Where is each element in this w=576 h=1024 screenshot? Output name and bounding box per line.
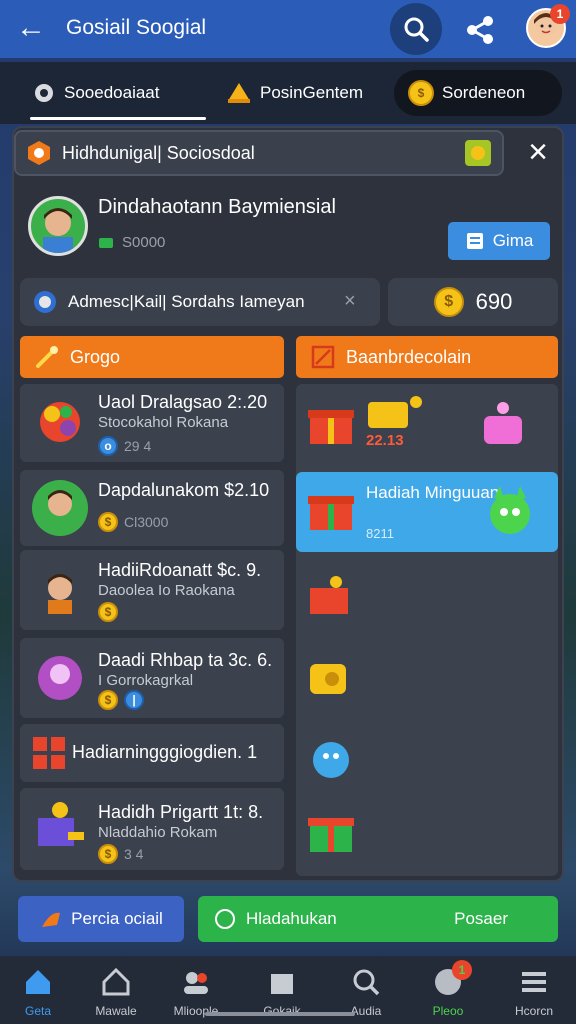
profile-face-icon <box>43 208 73 253</box>
coin-icon: $ <box>408 80 434 106</box>
clock-icon: o <box>98 436 118 456</box>
section-header-label: Hidhdunigal| Sociosdoal <box>62 142 255 163</box>
clear-search-icon[interactable]: × <box>344 290 356 313</box>
search-icon <box>404 17 429 42</box>
avatar-icon <box>48 574 72 614</box>
tab-label: PosinGentem <box>260 83 363 102</box>
gift-icon[interactable] <box>306 802 356 858</box>
bottom-actions: Percia ociail Hladahukan Posaer <box>0 890 576 950</box>
tab-coins[interactable]: $ Sordeneon <box>394 70 562 116</box>
tab-bar: Sooedoaiaat PosinGentem $ Sordeneon <box>0 62 576 124</box>
chest-icon[interactable] <box>306 652 356 702</box>
box-icon <box>271 974 293 994</box>
card-icon: | <box>124 690 144 710</box>
monster-icon <box>490 486 530 534</box>
tab-label: Sordeneon <box>442 83 526 102</box>
coin-icon: $ <box>98 844 118 864</box>
nav-item-home[interactable]: Geta <box>2 962 74 1018</box>
share-button[interactable] <box>458 8 502 52</box>
hat-icon <box>228 83 250 103</box>
coin-balance: $ 690 <box>388 278 558 326</box>
notification-badge: 1 <box>550 4 570 24</box>
cake-icon <box>484 402 522 444</box>
avatar-icon <box>32 480 88 536</box>
house-icon <box>102 967 130 996</box>
right-column-header[interactable]: Baanbrdecolain <box>296 336 558 378</box>
cash-icon <box>99 237 113 248</box>
section-header: Hidhdunigal| Sociosdoal <box>14 130 504 176</box>
list-item[interactable]: Hadidh Prigartt 1t: 8. Nladdahio Rokam $… <box>20 788 284 870</box>
share-icon <box>467 16 493 44</box>
gift-icon <box>308 496 354 530</box>
back-arrow-icon[interactable]: ← <box>14 12 48 46</box>
coin-icon: $ <box>433 287 464 317</box>
pet-icon[interactable] <box>306 732 356 782</box>
nav-badge: 1 <box>452 960 472 980</box>
nav-item-profile[interactable]: 1 Pleoo <box>412 960 484 1018</box>
coin-icon: $ <box>98 602 118 622</box>
social-button[interactable]: Percia ociail <box>18 896 184 942</box>
people-icon <box>184 972 208 994</box>
tab-social[interactable]: Sooedoaiaat <box>18 70 216 120</box>
gift-icon <box>308 410 354 444</box>
claim-button[interactable]: Hladahukan Posaer <box>198 896 558 942</box>
home-icon <box>26 970 50 994</box>
document-icon <box>466 233 483 249</box>
character-icon <box>38 656 82 700</box>
nav-item-search[interactable]: Audia <box>330 962 402 1018</box>
coin-icon: $ <box>98 512 118 532</box>
gift-icon[interactable] <box>306 570 356 620</box>
weekly-reward-title: Hadiah Minguuan <box>366 483 500 502</box>
search-button[interactable] <box>390 3 442 55</box>
chest-icon <box>368 396 422 428</box>
left-column-header[interactable]: Grogo <box>20 336 284 378</box>
tab-label: Sooedoaiaat <box>64 83 160 102</box>
coin-balance-value: 690 <box>475 289 513 314</box>
list-item[interactable]: Uaol Dralagsao 2:.20 Stocokahol Rokana o… <box>20 384 284 462</box>
home-indicator[interactable] <box>205 1012 355 1016</box>
nav-item-menu[interactable]: Hcorcn <box>498 962 570 1018</box>
hand-icon <box>42 912 61 927</box>
coin-icon: $ <box>98 690 118 710</box>
pencil-icon <box>311 345 335 369</box>
wand-icon <box>36 346 58 368</box>
globe-icon <box>34 291 56 313</box>
nav-item-people[interactable]: Mlioople <box>160 962 232 1018</box>
right-panel: 22.13 Hadiah Minguuan 8211 <box>296 384 558 876</box>
profile-avatar <box>28 196 88 256</box>
search-field[interactable]: Admesc|Kail| Sordahs Iameyan <box>20 278 380 326</box>
user-avatar[interactable]: 1 <box>526 4 570 48</box>
reward-value: 22.13 <box>366 432 404 449</box>
treasure-box-icon <box>38 802 84 846</box>
list-item[interactable]: Hadiarningggiogdien. 1 <box>20 724 284 782</box>
close-icon[interactable]: × <box>520 134 556 170</box>
top-bar: ← Gosiail Soogial 1 <box>0 0 576 58</box>
profile-card: Dindahaotann Baymiensial S0000 Gima <box>16 180 560 272</box>
profile-score: S0000 <box>98 234 165 251</box>
profile-action-button[interactable]: Gima <box>448 222 550 260</box>
gear-icon <box>35 84 53 102</box>
nav-item-box[interactable]: Gokaik <box>246 962 318 1018</box>
list-item[interactable]: Daadi Rhbap ta 3c. 6. I Gorrokagrkal $ | <box>20 638 284 718</box>
list-item[interactable]: Dapdalunakom $2.10 $ Cl3000 <box>20 470 284 546</box>
chat-icon <box>215 909 235 929</box>
list-item[interactable]: HadiiRdoanatt $c. 9. Daoolea Io Raokana … <box>20 550 284 630</box>
ticket-icon[interactable] <box>464 139 492 167</box>
profile-name: Dindahaotann Baymiensial <box>98 196 336 218</box>
badge-icon <box>28 141 50 165</box>
tab-center[interactable]: PosinGentem <box>212 70 382 116</box>
menu-icon <box>522 972 546 992</box>
nav-item-house[interactable]: Mawale <box>80 962 152 1018</box>
app-title: Gosiail Soogial <box>66 16 207 39</box>
weekly-reward-card[interactable]: Hadiah Minguuan 8211 <box>296 472 558 552</box>
search-icon <box>353 969 380 996</box>
party-icon <box>40 402 80 442</box>
rewards-row[interactable]: 22.13 <box>296 384 558 466</box>
grid-icon <box>33 737 65 769</box>
weekly-reward-sub: 8211 <box>366 526 394 541</box>
search-value: Admesc|Kail| Sordahs Iameyan <box>68 292 305 311</box>
